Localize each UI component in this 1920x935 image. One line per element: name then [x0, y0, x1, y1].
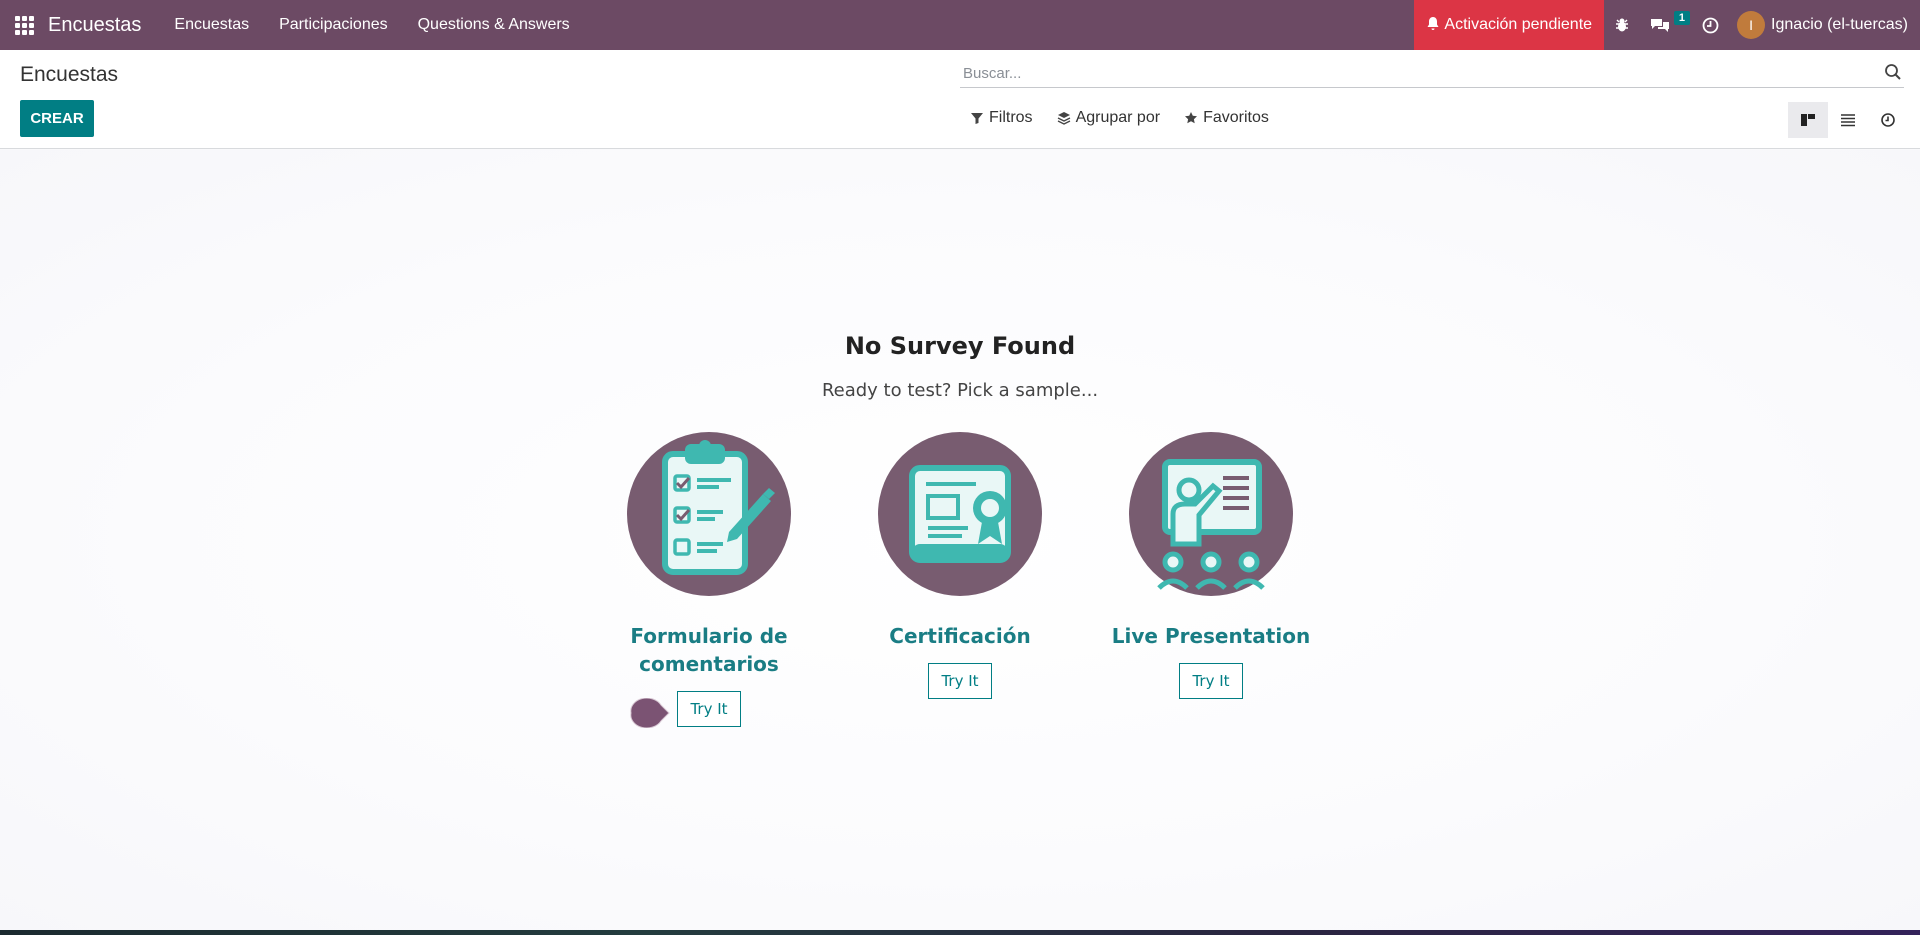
menu-participaciones[interactable]: Participaciones — [264, 0, 403, 50]
filters-label: Filtros — [989, 109, 1033, 126]
apps-menu-icon[interactable] — [0, 0, 48, 50]
favorites-dropdown[interactable]: Favoritos — [1184, 109, 1269, 127]
list-icon — [1841, 114, 1855, 127]
create-button[interactable]: CREAR — [20, 100, 94, 137]
sample-card-certification: Certificación Try It — [840, 432, 1080, 699]
activity-clock-icon[interactable] — [1692, 0, 1729, 50]
debug-bug-icon[interactable] — [1604, 0, 1640, 50]
kanban-icon — [1801, 114, 1815, 126]
messages-badge: 1 — [1673, 11, 1691, 25]
activation-pending-button[interactable]: Activación pendiente — [1414, 0, 1605, 50]
star-icon — [1185, 112, 1198, 124]
sample-card-feedback-form: Formulario de comentarios Try It — [589, 432, 829, 727]
kanban-view-button[interactable] — [1788, 102, 1828, 138]
sample-card-live-presentation: Live Presentation Try It — [1091, 432, 1331, 699]
helper-subtitle: Ready to test? Pick a sample... — [821, 380, 1099, 401]
avatar: I — [1737, 11, 1766, 39]
try-it-certification-button[interactable]: Try It — [928, 663, 992, 699]
breadcrumb: Encuestas — [20, 63, 119, 86]
messages-chat-icon[interactable]: 1 — [1640, 0, 1692, 50]
menu-encuestas[interactable]: Encuestas — [159, 0, 264, 50]
user-name: Ignacio (el-tuercas) — [1771, 16, 1908, 33]
try-it-feedback-button[interactable]: Try It — [677, 691, 741, 727]
activation-label: Activación pendiente — [1444, 16, 1593, 33]
view-switcher — [1788, 102, 1908, 138]
control-panel: Encuestas CREAR Filtros Agrupar por Favo… — [0, 50, 1920, 149]
search-input[interactable] — [960, 58, 1904, 88]
menu-questions-answers[interactable]: Questions & Answers — [403, 0, 585, 50]
user-menu[interactable]: I Ignacio (el-tuercas) — [1729, 0, 1920, 50]
bell-icon — [1426, 16, 1440, 35]
clock-icon — [1881, 113, 1895, 127]
bottom-edge-strip — [0, 930, 1920, 935]
search-icon[interactable] — [1884, 63, 1902, 81]
group-by-label: Agrupar por — [1075, 109, 1161, 126]
search-options: Filtros Agrupar por Favoritos — [970, 109, 1269, 127]
favorites-label: Favoritos — [1203, 109, 1269, 126]
sample-title-live-presentation[interactable]: Live Presentation — [1091, 622, 1331, 650]
sample-title-feedback-form[interactable]: Formulario de comentarios — [589, 622, 829, 678]
presenter-audience-icon[interactable] — [1129, 432, 1293, 596]
search-bar — [960, 58, 1904, 88]
app-title[interactable]: Encuestas — [48, 14, 141, 37]
certificate-scroll-icon[interactable] — [878, 432, 1042, 596]
layers-icon — [1057, 112, 1070, 125]
try-it-live-presentation-button[interactable]: Try It — [1179, 663, 1243, 699]
filter-icon — [971, 113, 983, 124]
top-navbar: Encuestas Encuestas Participaciones Ques… — [0, 0, 1920, 50]
sample-title-certification[interactable]: Certificación — [840, 622, 1080, 650]
clipboard-checklist-icon[interactable] — [627, 432, 791, 596]
filters-dropdown[interactable]: Filtros — [970, 109, 1033, 127]
tip-pointer-icon — [630, 698, 670, 728]
helper-title: No Survey Found — [844, 332, 1076, 360]
activity-view-button[interactable] — [1868, 102, 1908, 138]
list-view-button[interactable] — [1828, 102, 1868, 138]
navbar-systray: Activación pendiente 1 I Ignacio (el-tue… — [1414, 0, 1920, 50]
no-content-helper: No Survey Found Ready to test? Pick a sa… — [0, 150, 1920, 930]
group-by-dropdown[interactable]: Agrupar por — [1057, 109, 1161, 127]
